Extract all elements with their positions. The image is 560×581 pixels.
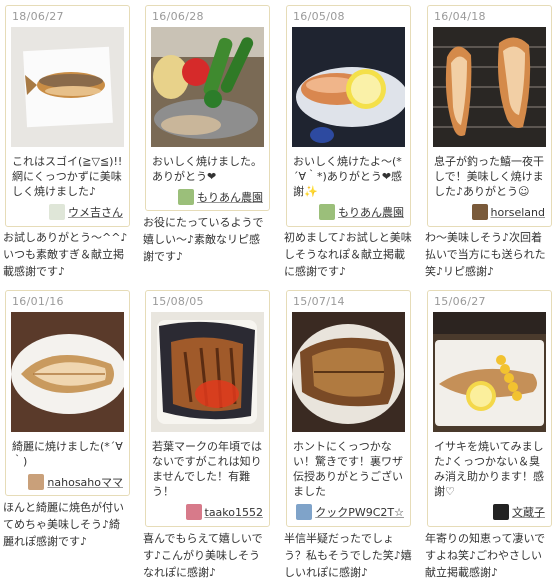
dish-photo[interactable]: [433, 312, 546, 432]
report-author[interactable]: taako1552: [185, 504, 264, 520]
tsukurepo-card[interactable]: 15/07/14 ホントにくっつかない！驚きです！裏ワザ伝授ありがとうございまし…: [286, 290, 411, 527]
author-name-link[interactable]: もりあん農園: [197, 189, 263, 205]
dish-photo[interactable]: [433, 27, 546, 147]
grilled-fish-plate-photo: [292, 312, 405, 432]
report-date: 15/06/27: [434, 295, 486, 308]
author-reply: お役にたっているようで嬉しい～♪素敵なリピ感謝です♪: [143, 216, 264, 263]
dish-photo[interactable]: [292, 27, 405, 147]
avatar: [296, 504, 313, 520]
avatar: [178, 189, 194, 205]
opened-dried-fish-photo: [11, 312, 124, 432]
author-name-link[interactable]: 文蔵子: [512, 504, 545, 520]
dried-fish-grill-photo: [433, 27, 546, 147]
author-name-link[interactable]: nahosahoママ: [47, 474, 123, 490]
charred-fish-photo: [151, 312, 264, 432]
author-reply: ほんと綺麗に焼色が付いてめちゃ美味しそう♪綺麗れぽ感謝です♪: [3, 501, 124, 548]
grilled-fish-photo: [11, 27, 124, 147]
report-message: おいしく焼けました。ありがとう❤: [152, 155, 262, 183]
report-author[interactable]: クックPW9C2T☆: [296, 504, 404, 520]
tsukurepo-card[interactable]: 16/05/08 おいしく焼けたよ～(*´∀｀*)ありがとう❤感謝✨ もりあん農…: [286, 5, 411, 227]
report-date: 15/08/05: [152, 295, 204, 308]
report-message: イサキを焼いてみました♪くっつかない＆臭み消え助かります！感謝♡: [434, 440, 544, 498]
author-name-link[interactable]: horseland: [491, 206, 545, 219]
avatar: [185, 504, 202, 520]
avatar: [319, 204, 335, 220]
tsukurepo-card[interactable]: 15/06/27 イサキを焼いてみました♪くっつかない＆臭み消え助かります！感謝…: [427, 290, 552, 527]
report-message: 綺麗に焼けました(*´∀｀): [12, 440, 123, 468]
report-date: 16/05/08: [293, 10, 345, 23]
avatar: [493, 504, 509, 520]
author-reply: 初めまして♪お試しと美味しそうなれぽ＆献立掲載に感謝です♪: [284, 231, 412, 278]
author-name-link[interactable]: クックPW9C2T☆: [315, 504, 404, 520]
author-name-link[interactable]: ウメ吉さん: [68, 204, 123, 220]
author-reply: お試しありがとう～^^♪いつも素敵すぎ＆献立掲載感謝です♪: [3, 231, 128, 278]
author-reply: わ～美味しそう♪次回着払いで当方にも送られた笑♪リピ感謝♪: [425, 231, 546, 278]
avatar: [471, 204, 488, 220]
isaki-fish-lemon-photo: [433, 312, 546, 432]
avatar: [28, 474, 45, 490]
tsukurepo-card[interactable]: 18/06/27 これはスゴイ(≧▽≦)!! 網にくっつかずに美味しく焼けました…: [5, 5, 130, 227]
report-date: 16/04/18: [434, 10, 486, 23]
report-message: 若葉マークの年頃ではないですがこれは知りませんでした！有難う！: [152, 440, 262, 498]
report-message: おいしく焼けたよ～(*´∀｀*)ありがとう❤感謝✨: [293, 155, 403, 198]
report-message: これはスゴイ(≧▽≦)!! 網にくっつかずに美味しく焼けました♪: [12, 155, 123, 198]
report-message: ホントにくっつかない！驚きです！裏ワザ伝授ありがとうございました: [293, 440, 403, 498]
author-name-link[interactable]: taako1552: [205, 506, 264, 519]
report-author[interactable]: ウメ吉さん: [49, 204, 123, 220]
report-date: 16/01/16: [12, 295, 64, 308]
dish-photo[interactable]: [292, 312, 405, 432]
author-name-link[interactable]: もりあん農園: [338, 204, 404, 220]
report-author[interactable]: nahosahoママ: [28, 474, 123, 490]
report-author[interactable]: horseland: [471, 204, 545, 220]
report-author[interactable]: もりあん農園: [319, 204, 404, 220]
report-date: 18/06/27: [12, 10, 64, 23]
report-date: 16/06/28: [152, 10, 204, 23]
report-date: 15/07/14: [293, 295, 345, 308]
tsukurepo-card[interactable]: 16/01/16 綺麗に焼けました(*´∀｀) nahosahoママ: [5, 290, 130, 496]
report-row-2: 16/01/16 綺麗に焼けました(*´∀｀) nahosahoママ 15/08…: [0, 285, 560, 579]
report-row-1: 18/06/27 これはスゴイ(≧▽≦)!! 網にくっつかずに美味しく焼けました…: [0, 0, 560, 285]
report-author[interactable]: 文蔵子: [493, 504, 545, 520]
author-reply: 年寄りの知恵って凄いですよね笑♪ごわやさしい献立掲載感謝♪: [425, 532, 546, 579]
dish-photo[interactable]: [151, 27, 264, 147]
salmon-lemon-photo: [292, 27, 405, 147]
author-reply: 喜んでもらえて嬉しいです♪こんがり美味しそうなれぽに感謝♪: [143, 532, 263, 579]
fish-with-vegetables-photo: [151, 27, 264, 147]
avatar: [49, 204, 65, 220]
tsukurepo-card[interactable]: 15/08/05 若葉マークの年頃ではないですがこれは知りませんでした！有難う！…: [145, 290, 270, 527]
dish-photo[interactable]: [151, 312, 264, 432]
tsukurepo-card[interactable]: 16/06/28 おいしく焼けました。ありがとう❤ もりあん農園: [145, 5, 270, 211]
report-author[interactable]: もりあん農園: [178, 189, 263, 205]
author-reply: 半信半疑だったでしょう？私もそうでした笑♪嬉しいれぽに感謝♪: [284, 532, 412, 579]
report-message: 息子が釣った鱚一夜干しで！美味しく焼けました♪ありがとう☺: [434, 155, 544, 198]
tsukurepo-card[interactable]: 16/04/18 息子が釣った鱚一夜干しで！美味しく焼けました♪ありがとう☺ h…: [427, 5, 552, 227]
dish-photo[interactable]: [11, 312, 124, 432]
dish-photo[interactable]: [11, 27, 124, 147]
